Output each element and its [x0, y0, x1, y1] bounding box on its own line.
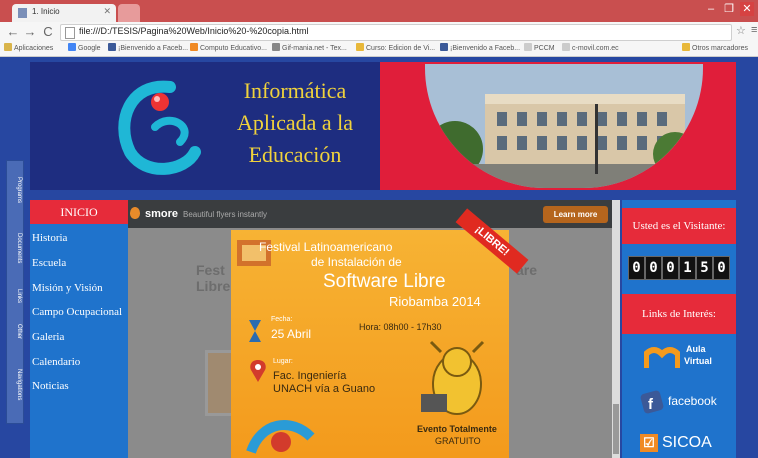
- counter-digit: 0: [662, 256, 679, 280]
- minimize-icon[interactable]: –: [704, 2, 718, 16]
- flyer-line1: Festival Latinoamericano: [259, 240, 393, 254]
- file-icon: [65, 27, 75, 39]
- bookmark-item[interactable]: PCCM: [524, 43, 555, 52]
- hora-text: Hora: 08h00 - 17h30: [359, 322, 442, 332]
- side-tab[interactable]: Links: [8, 283, 22, 309]
- nav-item-calendario[interactable]: Calendario: [32, 356, 80, 368]
- bookmark-item[interactable]: Aplicaciones: [4, 43, 53, 52]
- lugar-line2: UNACH vía a Guano: [273, 383, 376, 395]
- bookmark-item[interactable]: Google: [68, 43, 101, 52]
- browser-tab-active[interactable]: 1. Inicio ✕: [12, 4, 116, 22]
- moodle-icon: [644, 347, 680, 368]
- location-pin-icon: [250, 360, 266, 382]
- flyer-line2: de Instalación de: [311, 255, 402, 269]
- bookmark-item[interactable]: Computo Educativo...: [190, 43, 267, 52]
- aula-virtual-link[interactable]: Aula Virtual: [640, 340, 736, 374]
- sicoa-icon: ☑: [640, 434, 658, 452]
- flyer-line3: Software Libre: [323, 271, 446, 292]
- smore-tagline: Beautiful flyers instantly: [183, 210, 268, 219]
- nav-item-inicio[interactable]: INICIO: [30, 200, 128, 224]
- bookmark-item[interactable]: Curso: Edicion de Vi...: [356, 43, 435, 52]
- bookmark-star-icon[interactable]: ☆: [736, 24, 746, 37]
- lugar-line1: Fac. Ingeniería: [273, 370, 347, 382]
- fecha-value: 25 Abril: [271, 327, 312, 341]
- bookmark-item[interactable]: ¡Bienvenido a Faceb...: [440, 43, 520, 52]
- evento-line2: GRATUITO: [435, 436, 481, 446]
- smore-logo[interactable]: smore: [145, 208, 178, 220]
- address-url: file:///D:/TESIS/Pagina%20Web/Inicio%20-…: [79, 26, 309, 36]
- maximize-icon[interactable]: ❐: [722, 2, 736, 16]
- other-bookmarks[interactable]: Otros marcadores: [682, 43, 748, 52]
- bookmark-item[interactable]: ¡Bienvenido a Faceb...: [108, 43, 188, 52]
- bookmark-item[interactable]: Gif-mania.net - Tex...: [272, 43, 347, 52]
- nav-item-noticias[interactable]: Noticias: [32, 380, 69, 392]
- counter-digit: 5: [696, 256, 713, 280]
- nav-item-galeria[interactable]: Galeria: [32, 331, 64, 343]
- hourglass-icon: [249, 320, 261, 342]
- counter-digit: 0: [628, 256, 645, 280]
- side-tab[interactable]: Other: [8, 319, 22, 345]
- side-tab[interactable]: Documents: [8, 223, 22, 273]
- event-flyer[interactable]: Festival Latinoamericano de Instalación …: [231, 230, 509, 458]
- facebook-icon: f: [640, 390, 664, 414]
- fecha-label: Fecha:: [271, 316, 293, 323]
- forward-icon[interactable]: →: [23, 24, 37, 39]
- lugar-label: Lugar:: [273, 358, 293, 365]
- tab-title: 1. Inicio: [32, 7, 60, 16]
- counter-digit: 0: [645, 256, 662, 280]
- page-icon: [18, 8, 27, 18]
- learn-more-button[interactable]: Learn more: [543, 206, 608, 223]
- gnu-mascot-icon: [421, 340, 485, 415]
- close-tab-icon[interactable]: ✕: [103, 6, 111, 17]
- counter-digit: 0: [713, 256, 730, 280]
- side-tab[interactable]: Programs: [8, 167, 22, 213]
- address-bar[interactable]: file:///D:/TESIS/Pagina%20Web/Inicio%20-…: [60, 24, 732, 41]
- scrollbar-thumb[interactable]: [613, 404, 619, 454]
- background-title: Fest Libre: [196, 262, 231, 294]
- evento-line1: Evento Totalmente: [417, 424, 497, 434]
- new-tab-button[interactable]: [118, 4, 140, 22]
- counter-digit: 1: [679, 256, 696, 280]
- bookmarks-bar: Aplicaciones Google ¡Bienvenido a Faceb.…: [0, 42, 758, 57]
- visitor-heading: Usted es el Visitante:: [622, 208, 736, 244]
- bookmark-item[interactable]: c-movil.com.ec: [562, 43, 619, 52]
- nav-item-mision-vision[interactable]: Misión y Visión: [32, 282, 103, 294]
- banner-title: Informática Aplicada a la Educación: [236, 78, 354, 167]
- logo-swirl-icon: [118, 80, 201, 175]
- flyer-line4: Riobamba 2014: [389, 294, 481, 309]
- nav-item-campo-ocupacional[interactable]: Campo Ocupacional: [32, 306, 122, 318]
- reload-icon[interactable]: C: [41, 24, 55, 39]
- menu-icon[interactable]: ≡: [751, 24, 757, 36]
- close-window-icon[interactable]: ✕: [740, 2, 754, 16]
- side-tabs: Programs Documents Links Other Navigatio…: [6, 160, 24, 424]
- side-tab[interactable]: Navigations: [8, 357, 22, 413]
- sicoa-link[interactable]: ☑ SICOA: [638, 432, 736, 458]
- links-heading: Links de Interés:: [622, 294, 736, 334]
- nav-item-escuela[interactable]: Escuela: [32, 257, 66, 269]
- back-icon[interactable]: ←: [6, 24, 20, 39]
- facebook-link[interactable]: f facebook: [638, 388, 736, 416]
- flame-icon: [130, 207, 140, 219]
- decorative-swirl-icon: [246, 420, 315, 454]
- nav-item-historia[interactable]: Historia: [32, 232, 67, 244]
